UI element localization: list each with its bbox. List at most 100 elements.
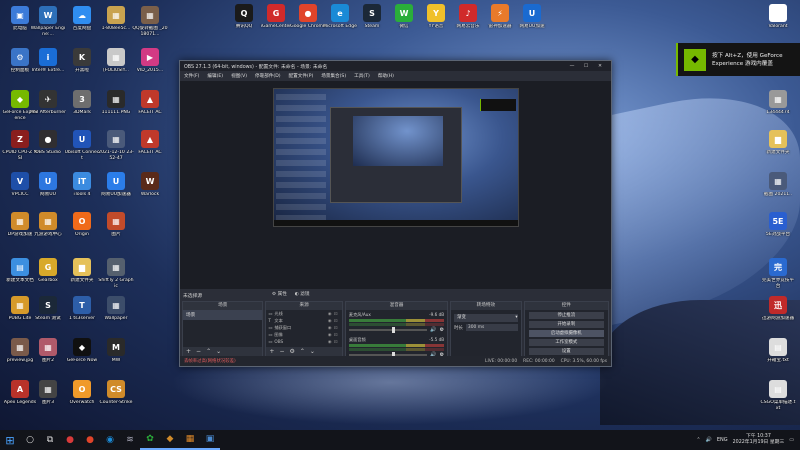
taskbar-app-icon[interactable]: ▣	[200, 430, 220, 450]
move-down-icon[interactable]: ⌄	[310, 348, 315, 355]
desktop-icon[interactable]: Y YY语音	[418, 4, 454, 30]
taskbar-app-icon[interactable]: ◉	[100, 430, 120, 450]
desktop-icon[interactable]: ▦ 截图 20211..	[760, 172, 796, 198]
source-row[interactable]: ▭ 图像 ◉ ⊡	[266, 331, 341, 338]
desktop-icon[interactable]: T 1 ts3server	[64, 296, 100, 322]
desktop-icon[interactable]: ● Google Chrome	[290, 4, 326, 30]
desktop-icon[interactable]: iT iTools 4	[64, 172, 100, 198]
desktop-icon[interactable]: 3 3DMark	[64, 90, 100, 116]
desktop-icon[interactable]: V Valorant	[760, 4, 796, 30]
taskbar-app-icon[interactable]: ✿	[140, 430, 160, 450]
move-up-icon[interactable]: ⌃	[300, 348, 305, 355]
desktop-icon[interactable]: ▦ ShiftTy 2 Graphic	[98, 258, 134, 289]
desktop-icon[interactable]: ▦ QQ旋转截图 _2018071...	[132, 6, 168, 37]
windows-start-icon[interactable]: ⊞	[0, 430, 20, 450]
control-button[interactable]: 开始录制	[528, 321, 604, 328]
menu-item[interactable]: 文件(F)	[184, 73, 199, 79]
maximize-icon[interactable]: ☐	[579, 64, 593, 69]
desktop-icon[interactable]: 迅迅游网游加速器	[760, 296, 796, 322]
desktop-icon[interactable]: 完完美世界竞技平台	[760, 258, 796, 289]
desktop-icon[interactable]: ♪ 网易云音乐	[450, 4, 486, 30]
obs-titlebar[interactable]: OBS 27.1.3 (64-bit, windows) - 配置文件: 未命名…	[180, 61, 611, 71]
source-row[interactable]: ▭ 光线 ◉ ⊡	[266, 310, 341, 317]
add-icon[interactable]: +	[186, 348, 191, 355]
desktop-icon[interactable]: ▲ FACEIT AC	[132, 90, 168, 116]
desktop-icon[interactable]: ▲ FACEIT AC	[132, 130, 168, 156]
desktop-icon[interactable]: S Steam	[354, 4, 390, 30]
minimize-icon[interactable]: —	[565, 64, 579, 69]
speaker-icon[interactable]: 🔊	[430, 327, 436, 333]
desktop-icon[interactable]: i Intel® Extre...	[30, 48, 66, 74]
desktop-icon[interactable]: ▆ 新建文件夹	[64, 258, 100, 284]
desktop-icon[interactable]: ◆ GeForce Now	[64, 338, 100, 364]
lock-icon[interactable]: ⊡	[334, 339, 340, 344]
geforce-notification[interactable]: ◆ 按下 Alt+Z，使用 GeForce Experience 游戏内覆盖	[676, 43, 800, 76]
preview-canvas[interactable]	[273, 88, 519, 227]
volume-fader[interactable]: 🔊 ⚙	[348, 327, 444, 333]
desktop-icon[interactable]: ☁ 百度网盘	[64, 6, 100, 32]
desktop-icon[interactable]: K 开黑啦	[64, 48, 100, 74]
taskbar-app-icon[interactable]: ○	[20, 430, 40, 450]
desktop-icon[interactable]: GiGameCenter	[258, 4, 294, 30]
control-button[interactable]: 停止推流	[528, 312, 604, 319]
desktop-icon[interactable]: ▦ 图片2	[30, 338, 66, 364]
desktop-icon[interactable]: W Warlock	[132, 172, 168, 198]
desktop-icon[interactable]: ✈ MSI Afterburner	[30, 90, 66, 116]
close-icon[interactable]: ✕	[593, 64, 607, 69]
desktop-icon[interactable]: W 微信	[386, 4, 422, 30]
desktop-icon[interactable]: G Gearbox	[30, 258, 66, 284]
source-row[interactable]: ▭ 捕获窗口 ◉ ⊡	[266, 324, 341, 331]
desktop-icon[interactable]: U 网易UU加速	[514, 4, 550, 30]
taskbar-app-icon[interactable]: ⧉	[40, 430, 60, 450]
menu-item[interactable]: 编辑(E)	[207, 73, 223, 79]
notification-center-icon[interactable]: ▭	[789, 437, 794, 443]
desktop-icon[interactable]: ▤ CSGO菜单描述.txt	[760, 380, 796, 411]
desktop-icon[interactable]: U 网易UU加速器	[98, 172, 134, 198]
desktop-icon[interactable]: ▦ 1-808ee5c...	[98, 6, 134, 32]
volume-icon[interactable]: 🔊	[706, 437, 712, 443]
chevron-up-icon[interactable]: ⌃	[696, 437, 700, 443]
desktop-icon[interactable]: ▶ VID_2015...	[132, 48, 168, 74]
menu-item[interactable]: 停靠部件(D)	[255, 73, 281, 79]
desktop-icon[interactable]: U Ubisoft Connect	[64, 130, 100, 161]
desktop-icon[interactable]: ▦ 九游游戏中心	[30, 212, 66, 238]
filters-button[interactable]: ◐ 滤镜	[295, 291, 310, 297]
desktop-icon[interactable]: S Steam 测试	[30, 296, 66, 322]
taskbar-app-icon[interactable]: ▦	[180, 430, 200, 450]
gear-icon[interactable]: ⚙	[289, 348, 294, 355]
remove-icon[interactable]: −	[196, 348, 201, 355]
menu-item[interactable]: 配置文件(P)	[289, 73, 314, 79]
desktop-icon[interactable]: ▦ [FOLIUSIY...	[98, 48, 134, 74]
desktop-icon[interactable]: ▦ 2021-12-10 23-52-47	[98, 130, 134, 161]
desktop-icon[interactable]: ▦ 图片	[98, 212, 134, 238]
control-button[interactable]: 设置	[528, 348, 604, 355]
control-button[interactable]: 工作室模式	[528, 339, 604, 346]
desktop-icon[interactable]: ● OBS Studio	[30, 130, 66, 156]
desktop-icon[interactable]: e Microsoft Edge	[322, 4, 358, 30]
scene-item[interactable]: 场景	[183, 310, 263, 320]
desktop-icon[interactable]: CS Counter-Strike	[98, 380, 134, 406]
control-button[interactable]: 启动虚拟摄像机	[528, 330, 604, 337]
desktop-icon[interactable]: U 网易UU	[30, 172, 66, 198]
desktop-icon[interactable]: O Overwatch	[64, 380, 100, 406]
properties-button[interactable]: ⚙ 属性	[272, 291, 287, 297]
desktop-icon[interactable]: Q 腾讯QQ	[226, 4, 262, 30]
desktop-icon[interactable]: ⚡ 雷神加速器	[482, 4, 518, 30]
move-down-icon[interactable]: ⌄	[216, 348, 221, 355]
menu-item[interactable]: 场景集合(S)	[321, 73, 346, 79]
clock[interactable]: 下午 10:37 2022年1月19日 星期三	[733, 434, 785, 446]
desktop-icon[interactable]: ▆ 新建文件夹	[760, 130, 796, 156]
lock-icon[interactable]: ⊡	[334, 318, 340, 323]
desktop-icon[interactable]: ▦ 图片3	[30, 380, 66, 406]
duration-input[interactable]: 300 ms	[465, 324, 518, 331]
move-up-icon[interactable]: ⌃	[206, 348, 211, 355]
desktop-icon[interactable]: M MW	[98, 338, 134, 364]
remove-icon[interactable]: −	[279, 348, 284, 355]
transition-select[interactable]: 渐变 ▾	[454, 314, 518, 322]
menu-item[interactable]: 帮助(H)	[378, 73, 394, 79]
desktop-icon[interactable]: ▦ 13444474	[760, 90, 796, 116]
source-row[interactable]: T 文本 ◉ ⊡	[266, 317, 341, 324]
obs-preview[interactable]	[180, 81, 611, 289]
gear-icon[interactable]: ⚙	[440, 327, 444, 333]
menu-item[interactable]: 视图(V)	[231, 73, 247, 79]
